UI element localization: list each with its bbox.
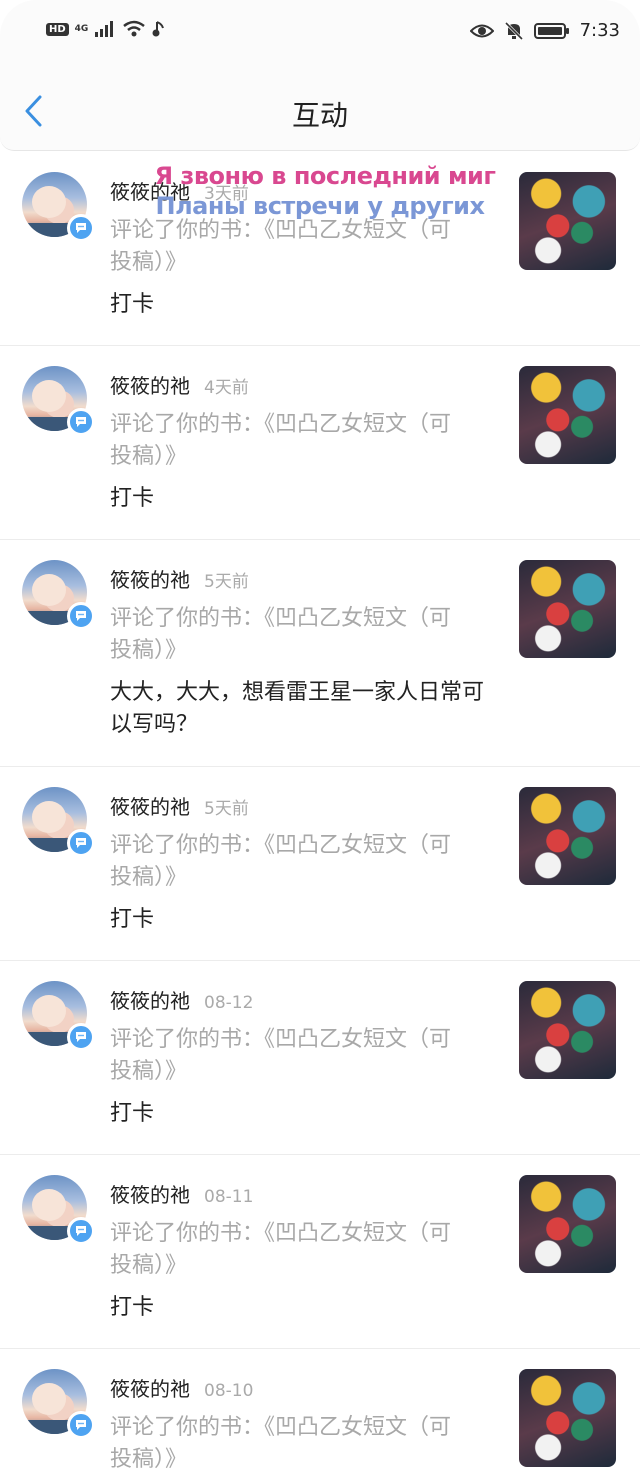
comment-badge-icon	[67, 829, 95, 857]
list-item[interactable]: 筱筱的祂 5天前 评论了你的书：《凹凸乙女短文（可投稿）》 打卡	[0, 767, 640, 961]
comment-text: 打卡	[110, 1101, 155, 1126]
list-item[interactable]: 筱筱的祂 3天前 评论了你的书：《凹凸乙女短文（可投稿）》 打卡	[0, 152, 640, 346]
book-cover[interactable]	[519, 981, 616, 1079]
user-name-row: 筱筱的祂 08-11	[110, 1179, 253, 1208]
list-item[interactable]: 筱筱的祂 08-12 评论了你的书：《凹凸乙女短文（可投稿）》 打卡	[0, 961, 640, 1155]
book-cover[interactable]	[519, 172, 616, 270]
action-text: 评论了你的书：《凹凸乙女短文（可投稿）》	[110, 412, 452, 469]
comment-badge-icon	[67, 214, 95, 242]
user-name-row: 筱筱的祂 08-12	[110, 985, 253, 1014]
list-item[interactable]: 筱筱的祂 08-11 评论了你的书：《凹凸乙女短文（可投稿）》 打卡	[0, 1155, 640, 1349]
action-text: 评论了你的书：《凹凸乙女短文（可投稿）》	[110, 1415, 452, 1472]
user-name[interactable]: 筱筱的祂	[110, 568, 190, 592]
comment-badge-icon	[67, 1023, 95, 1051]
user-name[interactable]: 筱筱的祂	[110, 989, 190, 1013]
action-text: 评论了你的书：《凹凸乙女短文（可投稿）》	[110, 833, 452, 890]
timestamp: 08-12	[204, 993, 254, 1013]
user-name-row: 筱筱的祂 5天前	[110, 564, 249, 593]
list-item[interactable]: 筱筱的祂 5天前 评论了你的书：《凹凸乙女短文（可投稿）》 大大，大大，想看雷王星…	[0, 540, 640, 767]
comment-text: 打卡	[110, 907, 155, 932]
timestamp: 3天前	[204, 184, 249, 204]
timestamp: 08-11	[204, 1187, 254, 1207]
wifi-icon	[123, 20, 146, 37]
battery-icon	[533, 22, 569, 39]
status-left: HD 4G	[46, 20, 166, 38]
user-name-row: 筱筱的祂 4天前	[110, 370, 249, 399]
action-text: 评论了你的书：《凹凸乙女短文（可投稿）》	[110, 1221, 452, 1278]
timestamp: 08-10	[204, 1381, 254, 1401]
book-cover[interactable]	[519, 1369, 616, 1467]
action-text: 评论了你的书：《凹凸乙女短文（可投稿）》	[110, 1027, 452, 1084]
status-right: 7:33	[469, 20, 620, 41]
user-name-row: 筱筱的祂 08-10	[110, 1373, 253, 1402]
header-bar: 互动	[0, 64, 640, 151]
timestamp: 5天前	[204, 572, 249, 592]
comment-badge-icon	[67, 1411, 95, 1439]
comment-text: 大大，大大，想看雷王星一家人日常可以写吗？	[110, 680, 485, 737]
action-text: 评论了你的书：《凹凸乙女短文（可投稿）》	[110, 606, 452, 663]
hd-badge: HD	[46, 22, 69, 36]
book-cover[interactable]	[519, 366, 616, 464]
page-title: 互动	[291, 99, 348, 132]
user-name-row: 筱筱的祂 5天前	[110, 791, 249, 820]
user-name[interactable]: 筱筱的祂	[110, 374, 190, 398]
book-cover[interactable]	[519, 1175, 616, 1273]
list-item[interactable]: 筱筱的祂 08-10 评论了你的书：《凹凸乙女短文（可投稿）》	[0, 1349, 640, 1472]
comment-badge-icon	[67, 1217, 95, 1245]
action-text: 评论了你的书：《凹凸乙女短文（可投稿）》	[110, 218, 452, 275]
user-name[interactable]: 筱筱的祂	[110, 1377, 190, 1401]
comment-badge-icon	[67, 602, 95, 630]
user-name-row: 筱筱的祂 3天前	[110, 176, 249, 205]
network-type: 4G	[74, 24, 89, 34]
music-icon	[152, 21, 165, 37]
status-bar: HD 4G 7:33	[0, 0, 640, 64]
user-name[interactable]: 筱筱的祂	[110, 180, 190, 204]
user-name[interactable]: 筱筱的祂	[110, 795, 190, 819]
eye-icon	[469, 24, 494, 37]
book-cover[interactable]	[519, 560, 616, 658]
comment-text: 打卡	[110, 292, 155, 317]
bell-muted-icon	[504, 21, 523, 40]
timestamp: 4天前	[204, 378, 249, 398]
list-item[interactable]: 筱筱的祂 4天前 评论了你的书：《凹凸乙女短文（可投稿）》 打卡	[0, 346, 640, 540]
interaction-list: 筱筱的祂 3天前 评论了你的书：《凹凸乙女短文（可投稿）》 打卡 筱筱的祂 4天前 …	[0, 152, 640, 1472]
comment-text: 打卡	[110, 486, 155, 511]
book-cover[interactable]	[519, 787, 616, 885]
timestamp: 5天前	[204, 799, 249, 819]
clock: 7:33	[579, 20, 620, 41]
user-name[interactable]: 筱筱的祂	[110, 1183, 190, 1207]
comment-badge-icon	[67, 408, 95, 436]
comment-text: 打卡	[110, 1295, 155, 1320]
signal-icon	[95, 21, 114, 37]
